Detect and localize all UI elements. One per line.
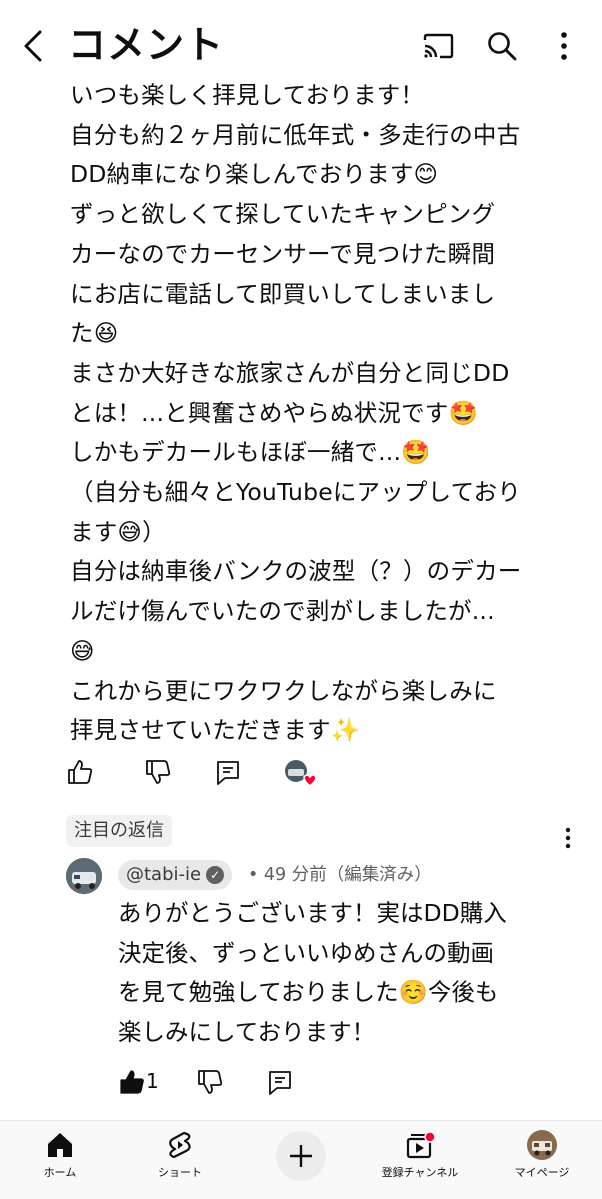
subscriptions-icon [404, 1129, 436, 1161]
like-icon[interactable] [66, 758, 94, 786]
create-button[interactable] [276, 1131, 326, 1181]
reply-text: ありがとうございます！実はDD購入 決定後、ずっといいゆめさんの動画 を見て勉強… [118, 899, 507, 1046]
nav-item-shorts[interactable]: ショート [120, 1121, 240, 1199]
search-icon[interactable] [484, 28, 520, 64]
reply-timestamp: • 49 分前（編集済み） [248, 865, 432, 885]
reply-like-count: 1 [146, 1069, 159, 1093]
nav-label-subscriptions: 登録チャンネル [381, 1166, 459, 1179]
nav-label-mypage: マイページ [514, 1166, 570, 1179]
app-header: コメント [0, 0, 602, 88]
dislike-icon[interactable] [144, 758, 172, 786]
nav-label-home: ホーム [43, 1166, 77, 1179]
channel-handle-chip[interactable]: @tabi-ie ✓ [118, 860, 233, 890]
home-icon [44, 1129, 76, 1161]
more-vertical-icon[interactable] [548, 28, 584, 64]
cast-icon[interactable] [420, 28, 456, 64]
nav-item-subscriptions[interactable]: 登録チャンネル [360, 1121, 480, 1199]
create-plus-icon [290, 1145, 312, 1167]
reply-like-icon[interactable] [118, 1068, 146, 1096]
reply-dislike-icon[interactable] [196, 1068, 224, 1096]
nav-item-home[interactable]: ホーム [0, 1121, 120, 1199]
page-title: コメント [68, 23, 225, 67]
verified-check-icon: ✓ [206, 866, 225, 884]
profile-avatar [526, 1129, 558, 1161]
shorts-icon [164, 1129, 196, 1161]
creator-heart-icon [284, 759, 317, 791]
reply-more-icon[interactable] [556, 824, 580, 852]
channel-handle: @tabi-ie [126, 864, 202, 885]
back-arrow-icon[interactable] [18, 28, 50, 64]
nav-label-shorts: ショート [158, 1166, 202, 1179]
bottom-navigation: ホーム ショート 登録チャンネル マイページ [0, 1120, 602, 1199]
comment-text: いつも楽しく拝見しております！ 自分も約２ヶ月前に低年式・多走行の中古 DD納車… [70, 81, 522, 745]
reply-reply-icon[interactable] [266, 1068, 294, 1096]
pinned-reply-badge: 注目の返信 [66, 815, 172, 847]
reply-icon[interactable] [214, 758, 242, 786]
avatar[interactable] [66, 858, 102, 894]
nav-item-mypage[interactable]: マイページ [482, 1121, 602, 1199]
